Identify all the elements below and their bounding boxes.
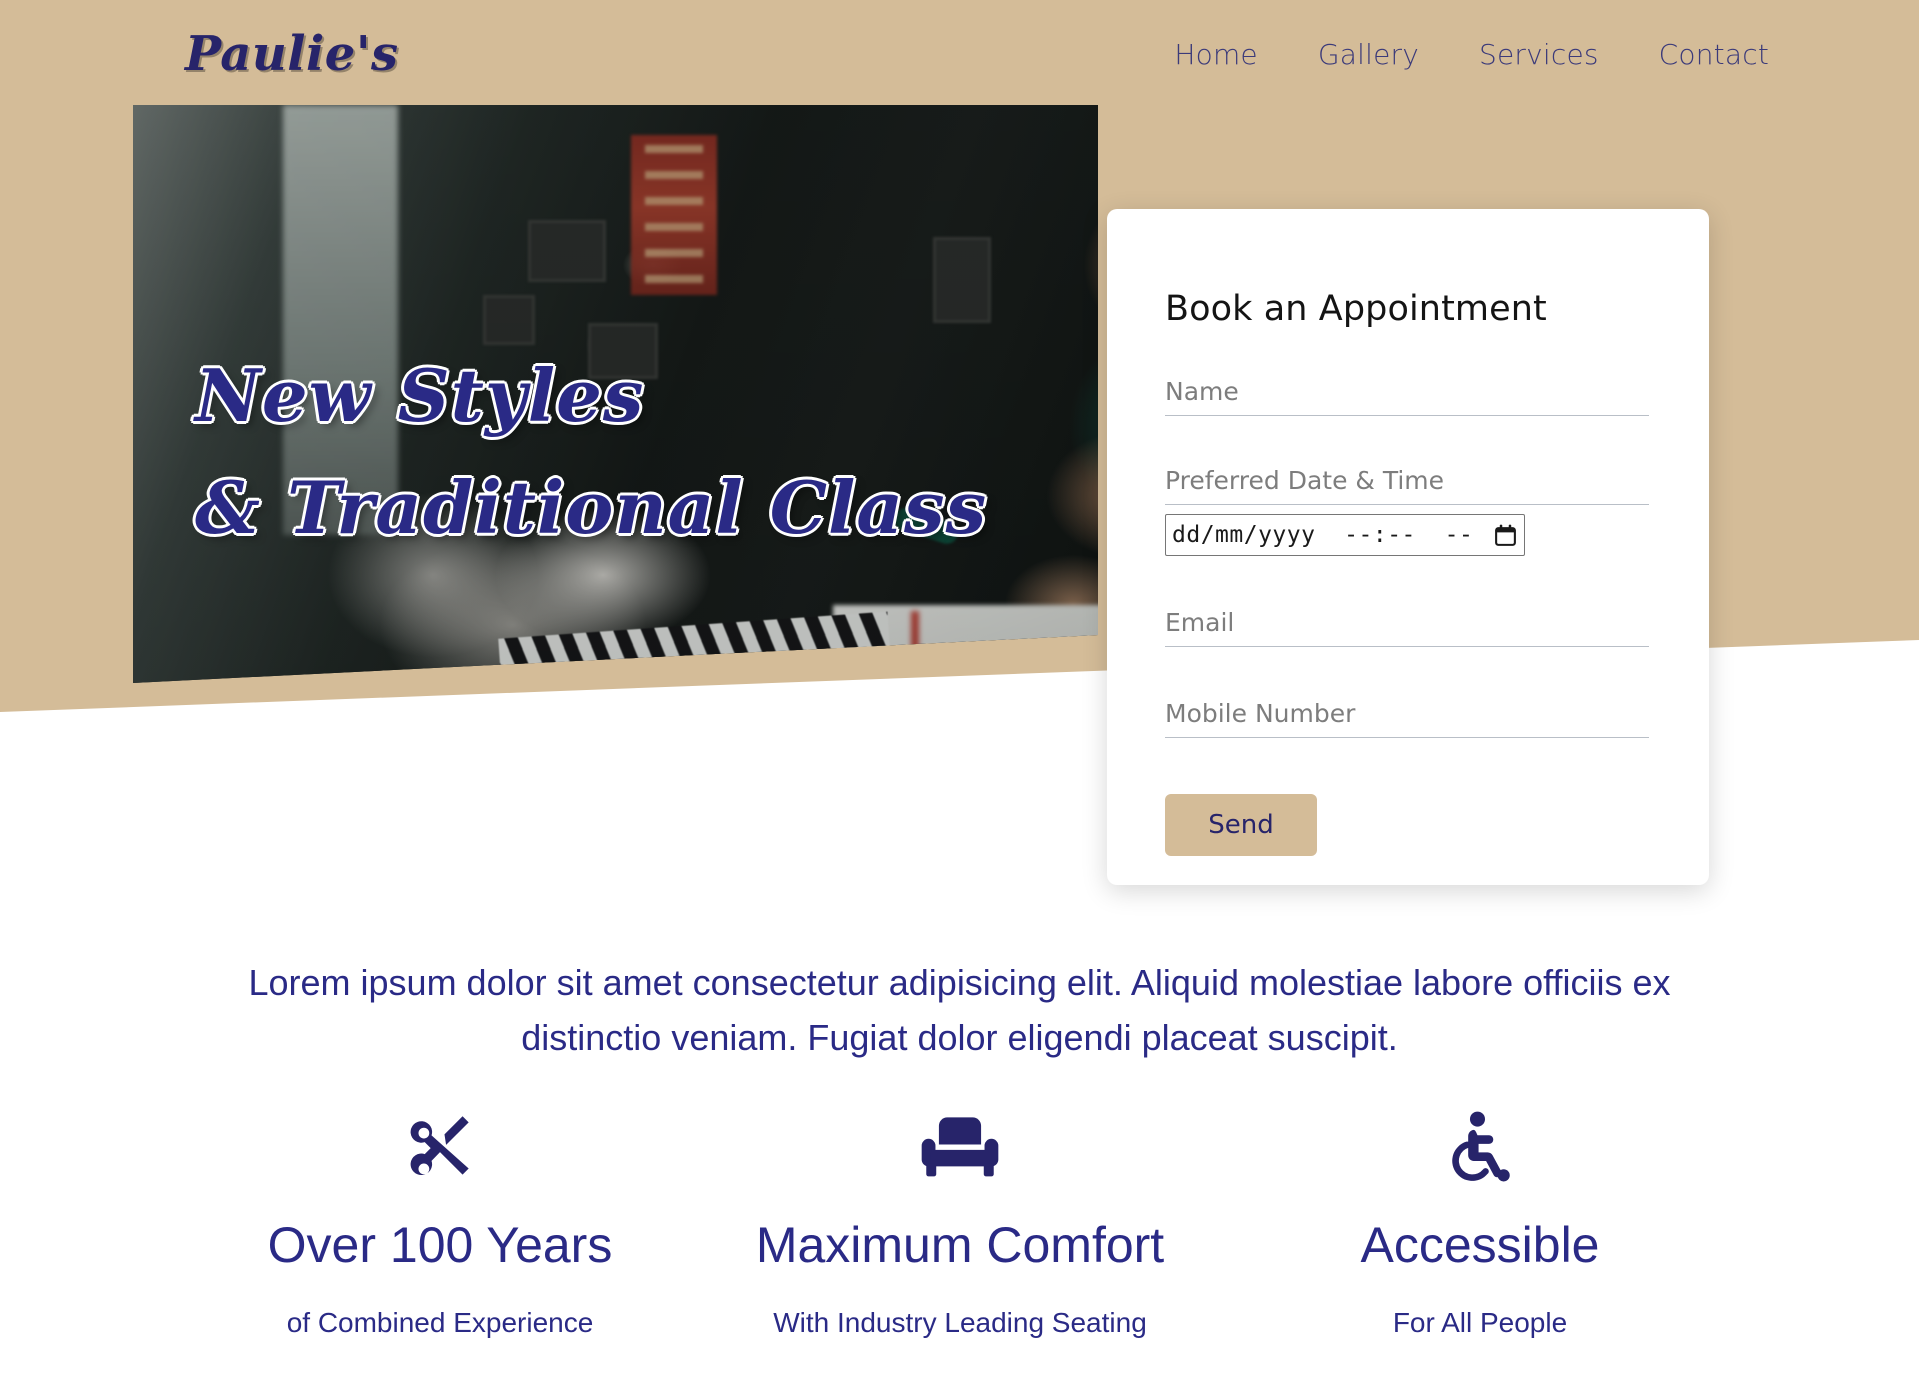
wheelchair-icon (1220, 1110, 1740, 1194)
feature-list: Over 100 Years of Combined Experience Ma… (180, 1110, 1740, 1339)
email-field-wrapper (1165, 608, 1649, 647)
nav-item-contact[interactable]: Contact (1659, 38, 1769, 71)
couch-icon (700, 1110, 1220, 1194)
feature-title: Over 100 Years (267, 1217, 613, 1273)
datetime-input[interactable]: dd/mm/yyyy --:-- -- (1165, 514, 1525, 556)
site-header: Paulie's Home Gallery Services Contact (0, 0, 1919, 108)
intro-paragraph: Lorem ipsum dolor sit amet consectetur a… (248, 962, 1671, 1058)
feature-item-accessible: Accessible For All People (1220, 1110, 1740, 1339)
page-root: Paulie's Home Gallery Services Contact N… (0, 0, 1919, 1380)
nav-item-home[interactable]: Home (1174, 38, 1258, 71)
email-input[interactable] (1165, 608, 1649, 647)
feature-subtitle: With Industry Leading Seating (773, 1307, 1147, 1338)
name-field-wrapper (1165, 377, 1649, 416)
datetime-label: Preferred Date & Time (1165, 466, 1649, 505)
name-input[interactable] (1165, 377, 1649, 416)
nav-item-gallery[interactable]: Gallery (1318, 38, 1419, 71)
feature-title: Maximum Comfort (755, 1217, 1165, 1273)
booking-form-title: Book an Appointment (1165, 289, 1547, 329)
brand-logo[interactable]: Paulie's (185, 30, 399, 78)
datetime-field-wrapper: Preferred Date & Time dd/mm/yyyy --:-- -… (1165, 466, 1649, 556)
scissors-icon (180, 1110, 700, 1194)
calendar-icon[interactable] (1493, 523, 1518, 548)
send-button[interactable]: Send (1165, 794, 1317, 856)
booking-form-card: Book an Appointment Preferred Date & Tim… (1107, 209, 1709, 885)
main-navigation: Home Gallery Services Contact (1174, 38, 1769, 71)
hero-headline: New Styles & Traditional Class (195, 353, 988, 550)
feature-subtitle: of Combined Experience (286, 1307, 594, 1338)
datetime-value: dd/mm/yyyy --:-- -- (1172, 522, 1474, 548)
mobile-number-input[interactable] (1165, 699, 1649, 738)
nav-item-services[interactable]: Services (1479, 38, 1599, 71)
feature-subtitle: For All People (1392, 1307, 1568, 1338)
feature-item-experience: Over 100 Years of Combined Experience (180, 1110, 700, 1339)
mobile-field-wrapper (1165, 699, 1649, 738)
feature-title: Accessible (1360, 1217, 1600, 1273)
feature-item-comfort: Maximum Comfort With Industry Leading Se… (700, 1110, 1220, 1339)
